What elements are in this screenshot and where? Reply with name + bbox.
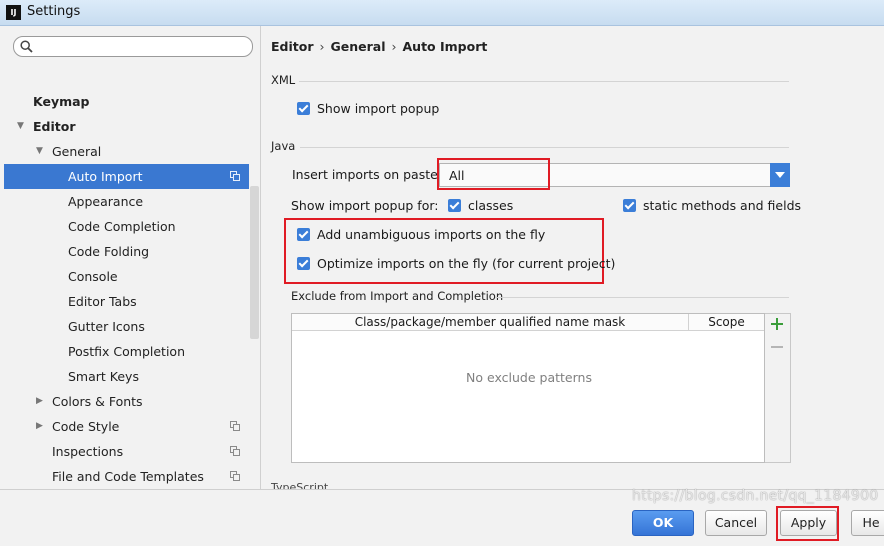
section-divider [300, 147, 789, 148]
breadcrumb-auto-import: Auto Import [402, 39, 488, 54]
add-icon[interactable] [770, 317, 784, 331]
exclude-section-label: Exclude from Import and Completion [291, 289, 504, 303]
add-unambiguous-imports-label: Add unambiguous imports on the fly [317, 227, 546, 242]
sidebar-item-code-completion[interactable]: Code Completion [4, 214, 249, 239]
java-section-label: Java [271, 139, 296, 153]
highlight-box-apply [776, 506, 839, 541]
settings-sidebar: Keymap ▼ Editor ▼ General Auto Import Appearan… [4, 26, 261, 489]
sidebar-item-label: Editor Tabs [68, 294, 137, 309]
dialog-button-bar: OK Cancel Apply He [0, 489, 884, 546]
sidebar-item-keymap[interactable]: Keymap [4, 89, 249, 114]
sidebar-item-code-style[interactable]: ▶ Code Style [4, 414, 249, 439]
cancel-button[interactable]: Cancel [705, 510, 767, 536]
intellij-app-icon: IJ [6, 5, 21, 20]
sidebar-item-label: Code Completion [68, 219, 176, 234]
sidebar-item-label: Colors & Fonts [52, 394, 143, 409]
add-unambiguous-imports-checkbox[interactable]: Add unambiguous imports on the fly [297, 226, 545, 244]
sidebar-item-editor-tabs[interactable]: Editor Tabs [4, 289, 249, 314]
sidebar-item-label: Code Folding [68, 244, 150, 259]
auto-import-panel: Editor › General › Auto Import XML Show impo… [262, 26, 884, 489]
optimize-imports-label: Optimize imports on the fly (for current… [317, 256, 616, 271]
sidebar-item-colors-fonts[interactable]: ▶ Colors & Fonts [4, 389, 249, 414]
sidebar-item-label: Appearance [68, 194, 144, 209]
remove-icon[interactable] [771, 346, 783, 348]
section-divider [299, 81, 789, 82]
sidebar-item-postfix-completion[interactable]: Postfix Completion [4, 339, 249, 364]
sidebar-item-code-folding[interactable]: Code Folding [4, 239, 249, 264]
sidebar-item-editor[interactable]: ▼ Editor [4, 114, 249, 139]
sidebar-item-label: Auto Import [68, 169, 143, 184]
expand-arrow-icon[interactable]: ▼ [36, 139, 43, 164]
project-settings-icon [230, 471, 241, 482]
sidebar-item-console[interactable]: Console [4, 264, 249, 289]
sidebar-item-label: Postfix Completion [68, 344, 185, 359]
expand-arrow-icon[interactable]: ▼ [17, 114, 24, 139]
sidebar-item-label: Smart Keys [68, 369, 139, 384]
sidebar-item-file-and-code-templates[interactable]: File and Code Templates [4, 464, 249, 489]
sidebar-item-label: Code Style [52, 419, 120, 434]
popup-classes-label: classes [468, 198, 514, 213]
column-header-mask[interactable]: Class/package/member qualified name mask [292, 314, 689, 331]
sidebar-scrollbar[interactable] [250, 186, 259, 339]
sidebar-item-general[interactable]: ▼ General [4, 139, 249, 164]
project-settings-icon [230, 421, 241, 432]
settings-search-input[interactable] [13, 36, 253, 57]
popup-for-label: Show import popup for: [291, 197, 438, 215]
sidebar-item-label: Gutter Icons [68, 319, 145, 334]
project-settings-icon [230, 446, 241, 457]
breadcrumb-separator: › [319, 39, 325, 54]
optimize-imports-checkbox[interactable]: Optimize imports on the fly (for current… [297, 255, 615, 273]
project-settings-icon [230, 171, 241, 182]
window-title: Settings [27, 4, 81, 19]
insert-imports-text: Insert imports on paste: [292, 167, 443, 182]
breadcrumb-editor: Editor [271, 39, 314, 54]
title-bar: IJ Settings [0, 0, 884, 26]
checkbox-checked-icon [297, 257, 310, 270]
table-toolbar [765, 313, 791, 463]
popup-static-methods-label: static methods and fields [643, 198, 802, 213]
sidebar-item-appearance[interactable]: Appearance [4, 189, 249, 214]
sidebar-item-auto-import[interactable]: Auto Import [4, 164, 249, 189]
section-divider [495, 297, 789, 298]
sidebar-item-label: Console [68, 269, 118, 284]
popup-classes-checkbox[interactable]: classes [448, 197, 513, 215]
breadcrumb-general: General [330, 39, 386, 54]
popup-for-text: Show import popup for: [291, 198, 439, 213]
collapse-arrow-icon[interactable]: ▶ [36, 389, 43, 414]
help-button[interactable]: He [851, 510, 884, 536]
highlight-box-insert-imports [437, 158, 550, 190]
sidebar-item-label: Keymap [33, 94, 90, 109]
sidebar-item-label: General [52, 144, 102, 159]
sidebar-item-label: Inspections [52, 444, 124, 459]
xml-show-import-popup-checkbox[interactable]: Show import popup [297, 100, 439, 118]
column-header-scope[interactable]: Scope [689, 314, 764, 331]
insert-imports-label: Insert imports on paste: [292, 166, 442, 184]
checkbox-checked-icon [297, 102, 310, 115]
breadcrumb-separator: › [391, 39, 397, 54]
sidebar-item-label: Editor [33, 119, 76, 134]
xml-show-import-popup-label: Show import popup [317, 101, 440, 116]
sidebar-item-gutter-icons[interactable]: Gutter Icons [4, 314, 249, 339]
search-icon [20, 40, 33, 53]
exclude-patterns-table[interactable]: Class/package/member qualified name mask… [291, 313, 765, 463]
xml-section-label: XML [271, 73, 296, 87]
collapse-arrow-icon[interactable]: ▶ [36, 414, 43, 439]
typescript-section-label: TypeScript [271, 481, 329, 489]
breadcrumb: Editor › General › Auto Import [271, 39, 487, 54]
sidebar-item-label: File and Code Templates [52, 469, 204, 484]
settings-window: Keymap ▼ Editor ▼ General Auto Import Appearan… [0, 26, 884, 546]
empty-table-text: No exclude patterns [466, 370, 592, 385]
sidebar-item-smart-keys[interactable]: Smart Keys [4, 364, 249, 389]
checkbox-checked-icon [623, 199, 636, 212]
checkbox-checked-icon [448, 199, 461, 212]
sidebar-item-inspections[interactable]: Inspections [4, 439, 249, 464]
popup-static-methods-checkbox[interactable]: static methods and fields [623, 197, 801, 215]
checkbox-checked-icon [297, 228, 310, 241]
chevron-down-icon[interactable] [770, 163, 790, 187]
ok-button[interactable]: OK [632, 510, 694, 536]
